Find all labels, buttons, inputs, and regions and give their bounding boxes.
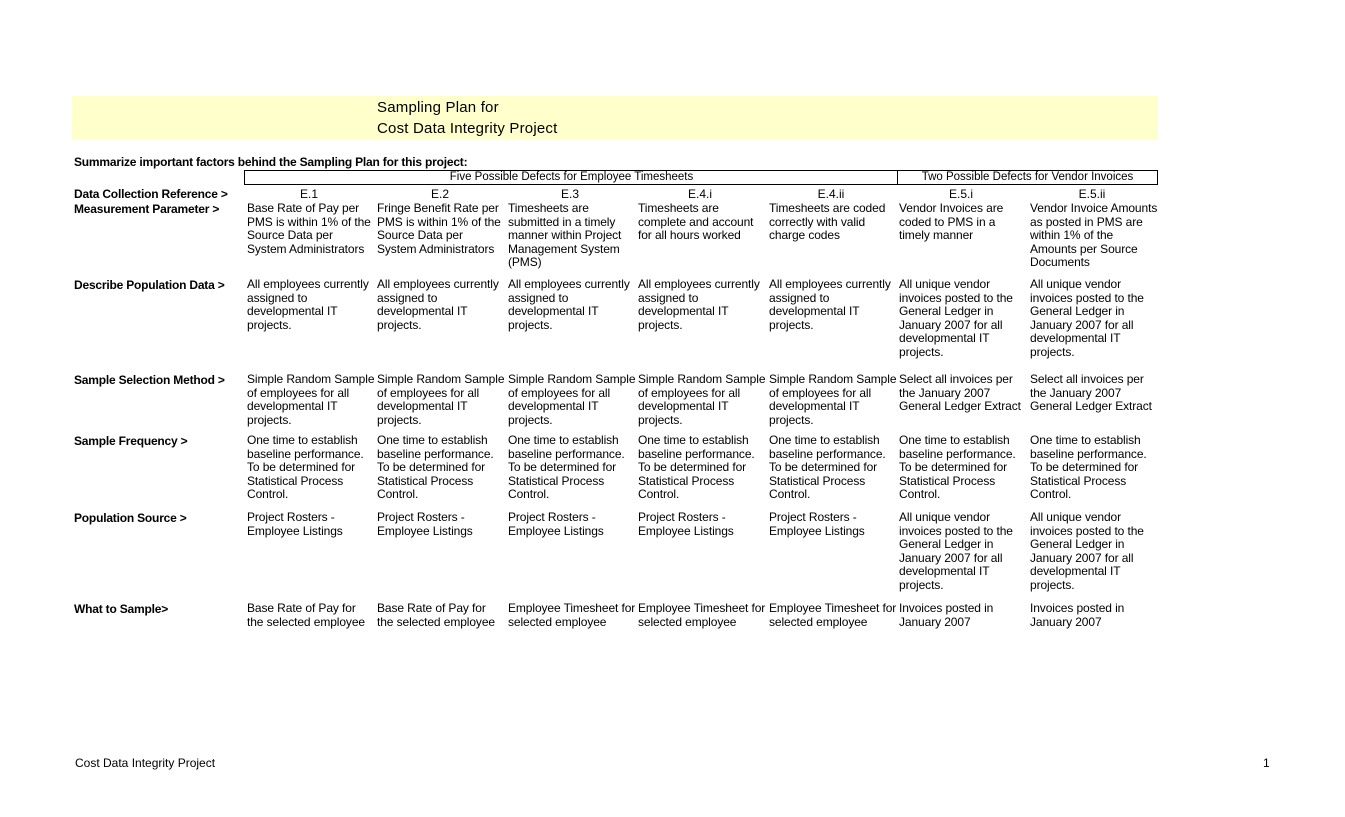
source-cell: Project Rosters - Employee Listings (769, 511, 865, 538)
frequency-cell: One time to establish baseline performan… (899, 434, 1016, 502)
row-label-sample-selection-method: Sample Selection Method > (74, 373, 225, 387)
frequency-cell: One time to establish baseline performan… (1030, 434, 1147, 502)
selection-cell: Select all invoices per the January 2007… (1030, 373, 1152, 414)
measurement-cell: Timesheets are submitted in a timely man… (508, 202, 622, 270)
what-cell: Invoices posted in January 2007 (1030, 602, 1125, 629)
summary-prompt: Summarize important factors behind the S… (74, 155, 468, 169)
group-header-vendor-invoices: Two Possible Defects for Vendor Invoices (897, 170, 1158, 185)
page-title-line-2: Cost Data Integrity Project (377, 120, 558, 137)
selection-cell: Simple Random Sample of employees for al… (247, 373, 375, 427)
row-label-population-source: Population Source > (74, 511, 187, 525)
what-cell: Employee Timesheet for selected employee (769, 602, 897, 629)
measurement-cell: Timesheets are complete and account for … (638, 202, 754, 243)
what-cell: Base Rate of Pay for the selected employ… (377, 602, 495, 629)
selection-cell: Simple Random Sample of employees for al… (769, 373, 897, 427)
selection-cell: Simple Random Sample of employees for al… (638, 373, 766, 427)
measurement-cell: Timesheets are coded correctly with vali… (769, 202, 886, 243)
row-label-what-to-sample: What to Sample> (74, 602, 169, 616)
measurement-cell: Base Rate of Pay per PMS is within 1% of… (247, 202, 371, 256)
selection-cell: Simple Random Sample of employees for al… (377, 373, 505, 427)
selection-cell: Select all invoices per the January 2007… (899, 373, 1021, 414)
source-cell: Project Rosters - Employee Listings (508, 511, 604, 538)
what-cell: Base Rate of Pay for the selected employ… (247, 602, 365, 629)
population-cell: All unique vendor invoices posted to the… (899, 278, 1013, 359)
frequency-cell: One time to establish baseline performan… (247, 434, 364, 502)
row-label-sample-frequency: Sample Frequency > (74, 434, 188, 448)
frequency-cell: One time to establish baseline performan… (769, 434, 886, 502)
group-header-employee-timesheets: Five Possible Defects for Employee Times… (244, 170, 898, 185)
row-label-describe-population: Describe Population Data > (74, 278, 225, 292)
population-cell: All employees currently assigned to deve… (247, 278, 369, 332)
population-cell: All employees currently assigned to deve… (377, 278, 499, 332)
source-cell: Project Rosters - Employee Listings (638, 511, 734, 538)
population-cell: All unique vendor invoices posted to the… (1030, 278, 1144, 359)
source-cell: Project Rosters - Employee Listings (377, 511, 473, 538)
source-cell: All unique vendor invoices posted to the… (899, 511, 1013, 592)
page-title-line-1: Sampling Plan for (377, 99, 499, 116)
measurement-cell: Vendor Invoice Amounts as posted in PMS … (1030, 202, 1158, 270)
reference-cell: E.4.ii (817, 187, 845, 201)
frequency-cell: One time to establish baseline performan… (508, 434, 625, 502)
what-cell: Employee Timesheet for selected employee (638, 602, 766, 629)
measurement-cell: Fringe Benefit Rate per PMS is within 1%… (377, 202, 501, 256)
what-cell: Invoices posted in January 2007 (899, 602, 994, 629)
reference-cell: E.1 (299, 187, 318, 201)
reference-cell: E.3 (560, 187, 579, 201)
population-cell: All employees currently assigned to deve… (508, 278, 630, 332)
reference-cell: E.5.i (948, 187, 973, 201)
population-cell: All employees currently assigned to deve… (769, 278, 891, 332)
reference-cell: E.4.i (687, 187, 712, 201)
footer-project-name: Cost Data Integrity Project (75, 756, 216, 770)
source-cell: Project Rosters - Employee Listings (247, 511, 343, 538)
frequency-cell: One time to establish baseline performan… (377, 434, 494, 502)
selection-cell: Simple Random Sample of employees for al… (508, 373, 636, 427)
what-cell: Employee Timesheet for selected employee (508, 602, 636, 629)
footer-page-number: 1 (1263, 756, 1270, 770)
population-cell: All employees currently assigned to deve… (638, 278, 760, 332)
measurement-cell: Vendor Invoices are coded to PMS in a ti… (899, 202, 1004, 243)
source-cell: All unique vendor invoices posted to the… (1030, 511, 1144, 592)
row-label-measurement-parameter: Measurement Parameter > (74, 202, 220, 216)
row-label-data-collection-reference: Data Collection Reference > (74, 187, 228, 201)
reference-cell: E.2 (430, 187, 449, 201)
reference-cell: E.5.ii (1078, 187, 1106, 201)
frequency-cell: One time to establish baseline performan… (638, 434, 755, 502)
title-band: Sampling Plan for Cost Data Integrity Pr… (72, 96, 1158, 140)
